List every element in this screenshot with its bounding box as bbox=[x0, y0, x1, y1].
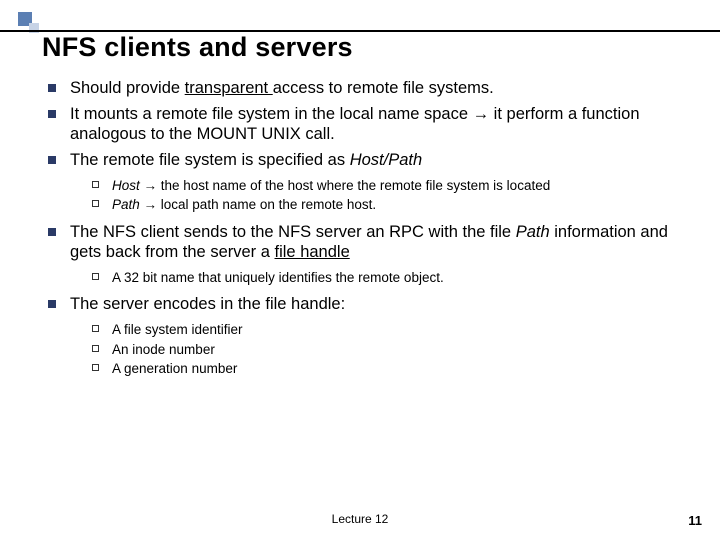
sub-bullet-item: Path → local path name on the remote hos… bbox=[92, 196, 696, 214]
bullet-item: The server encodes in the file handle: A… bbox=[46, 294, 696, 377]
slide-title: NFS clients and servers bbox=[42, 32, 353, 63]
sub-bullet-item: A 32 bit name that uniquely identifies t… bbox=[92, 269, 696, 287]
text: Should provide bbox=[70, 79, 185, 97]
bullet-item: The remote file system is specified as H… bbox=[46, 150, 696, 214]
text-italic: Host/Path bbox=[350, 151, 422, 169]
text: → the host name of the host where the re… bbox=[140, 178, 550, 193]
bullet-item: It mounts a remote file system in the lo… bbox=[46, 104, 696, 145]
text: The remote file system is specified as bbox=[70, 151, 350, 169]
text-italic: Host bbox=[112, 178, 140, 193]
bullet-item: Should provide transparent access to rem… bbox=[46, 78, 696, 99]
footer-lecture: Lecture 12 bbox=[0, 512, 720, 526]
text: The NFS client sends to the NFS server a… bbox=[70, 223, 516, 241]
bullet-item: The NFS client sends to the NFS server a… bbox=[46, 222, 696, 287]
text-underline: file handle bbox=[275, 243, 350, 261]
sub-bullet-item: An inode number bbox=[92, 341, 696, 359]
text-underline: transparent bbox=[185, 79, 273, 97]
text-italic: Path bbox=[516, 223, 550, 241]
text: access to remote file systems. bbox=[273, 79, 494, 97]
text-italic: Path bbox=[112, 197, 144, 212]
slide-number: 11 bbox=[688, 513, 702, 528]
text: The server encodes in the file handle: bbox=[70, 295, 345, 313]
slide-body: Should provide transparent access to rem… bbox=[46, 78, 696, 386]
sub-bullet-item: A file system identifier bbox=[92, 321, 696, 339]
sub-bullet-item: A generation number bbox=[92, 360, 696, 378]
text: → local path name on the remote host. bbox=[144, 197, 377, 212]
sub-bullet-item: Host → the host name of the host where t… bbox=[92, 177, 696, 195]
